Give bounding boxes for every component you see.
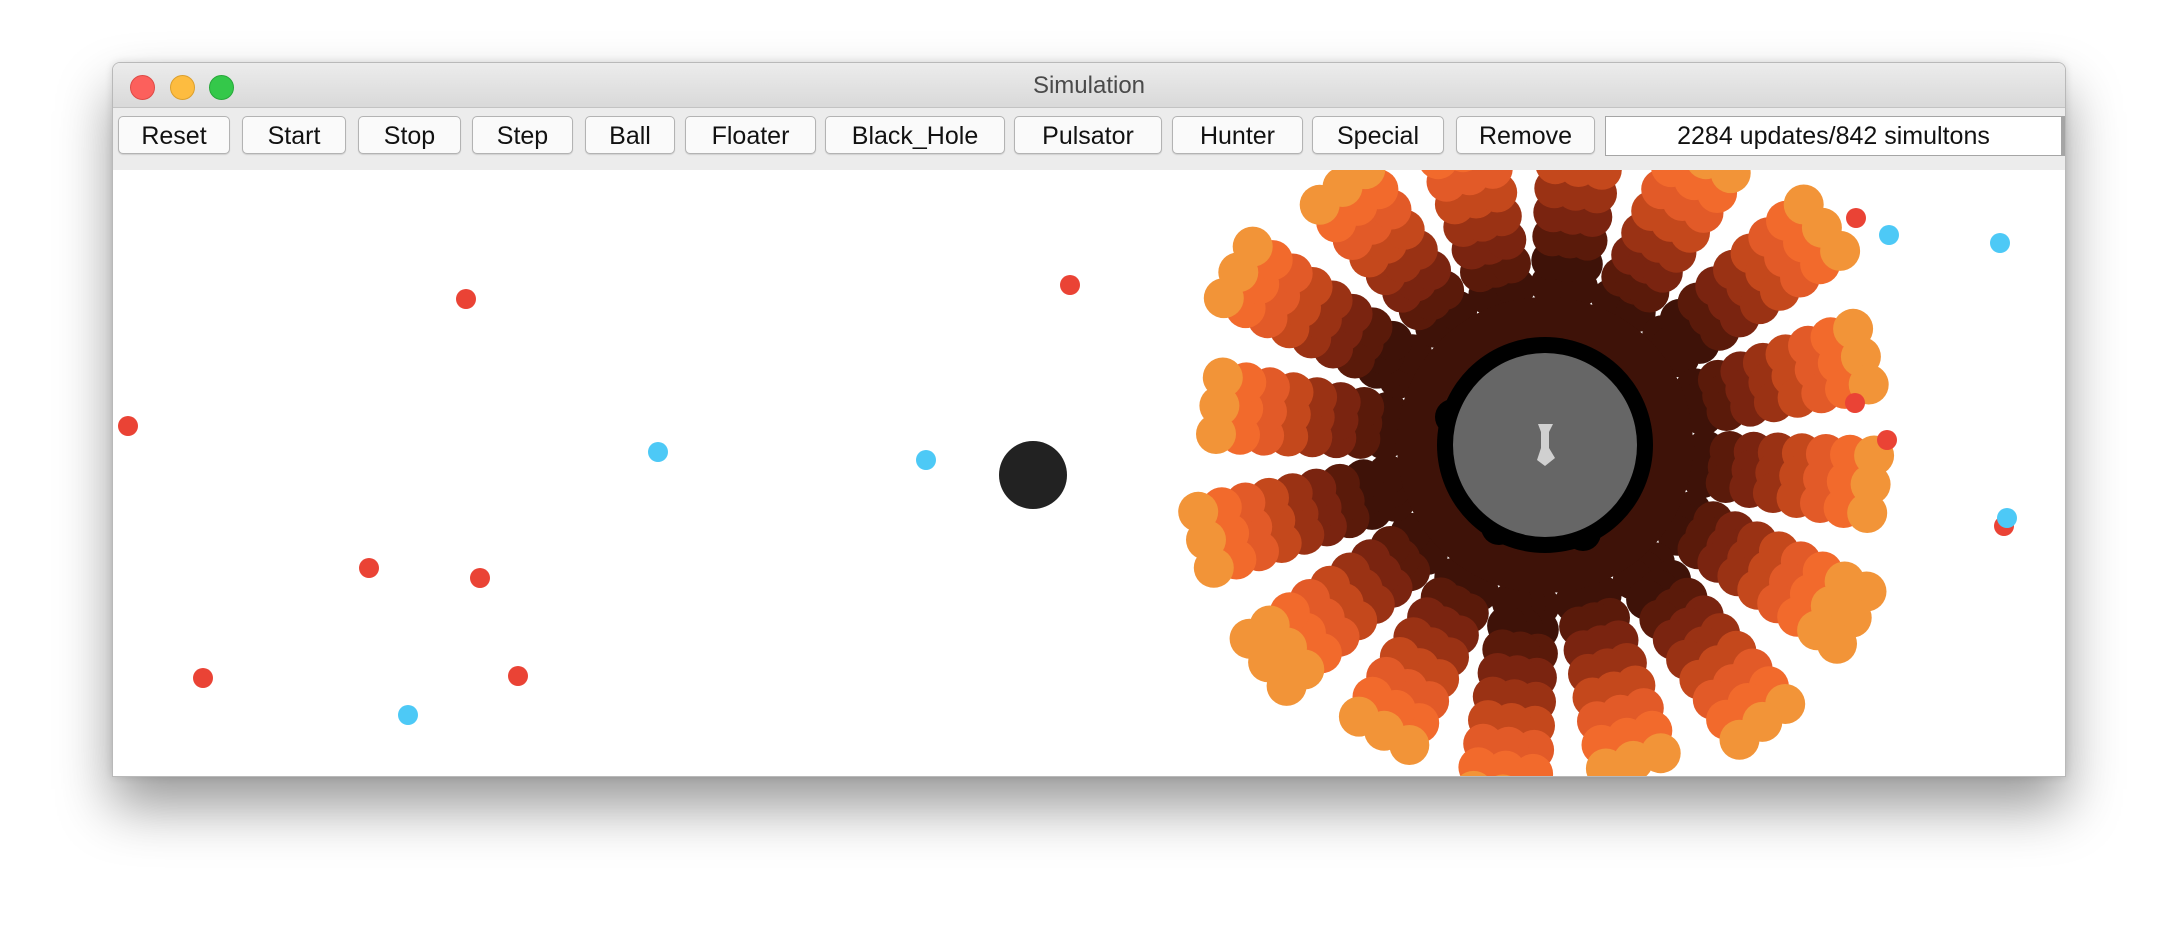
pulsator-particle	[1232, 226, 1273, 267]
window-title: Simulation	[1032, 72, 1146, 99]
ball	[470, 568, 490, 588]
pulsator-button[interactable]: Pulsator	[1014, 116, 1162, 154]
floater-button[interactable]: Floater	[685, 116, 816, 154]
start-button[interactable]: Start	[242, 116, 346, 154]
stop-button[interactable]: Stop	[358, 116, 461, 154]
ball	[508, 666, 528, 686]
floater	[1990, 233, 2010, 253]
ball-button[interactable]: Ball	[585, 116, 675, 154]
pulsator-particle	[1817, 623, 1857, 664]
hunter-button[interactable]: Hunter	[1172, 116, 1303, 154]
reset-button[interactable]: Reset	[118, 116, 230, 154]
special-button[interactable]: Special	[1312, 116, 1444, 154]
pulsator-particle	[1178, 491, 1219, 532]
simulation-drawing	[118, 170, 2017, 776]
ball	[359, 558, 379, 578]
ball	[1877, 430, 1897, 450]
pulsator-particle	[1338, 696, 1379, 737]
floater	[648, 442, 668, 462]
ball	[118, 416, 138, 436]
ball	[456, 289, 476, 309]
pulsator-particle	[1202, 357, 1243, 398]
ball	[1845, 393, 1865, 413]
remove-button[interactable]: Remove	[1456, 116, 1595, 154]
ball	[1846, 208, 1866, 228]
pulsator-particle	[1820, 230, 1861, 271]
simulation-canvas[interactable]	[113, 170, 2065, 776]
pulsator-particle	[1719, 719, 1760, 760]
simulation-window: Simulation Reset Start Stop Step Ball Fl…	[112, 62, 2066, 777]
floater	[1879, 225, 1899, 245]
ball	[1060, 275, 1080, 295]
black-hole	[999, 441, 1067, 509]
floater	[1997, 508, 2017, 528]
title-bar: Simulation	[113, 63, 2065, 108]
status-label: 2284 updates/842 simultons	[1605, 116, 2065, 156]
black-hole-button[interactable]: Black_Hole	[825, 116, 1005, 154]
pulsator-particle	[1847, 493, 1888, 533]
toolbar: Reset Start Stop Step Ball Floater Black…	[113, 108, 2065, 170]
ball	[193, 668, 213, 688]
step-button[interactable]: Step	[472, 116, 573, 154]
floater	[916, 450, 936, 470]
pulsator-particle	[1229, 618, 1270, 659]
floater	[398, 705, 418, 725]
